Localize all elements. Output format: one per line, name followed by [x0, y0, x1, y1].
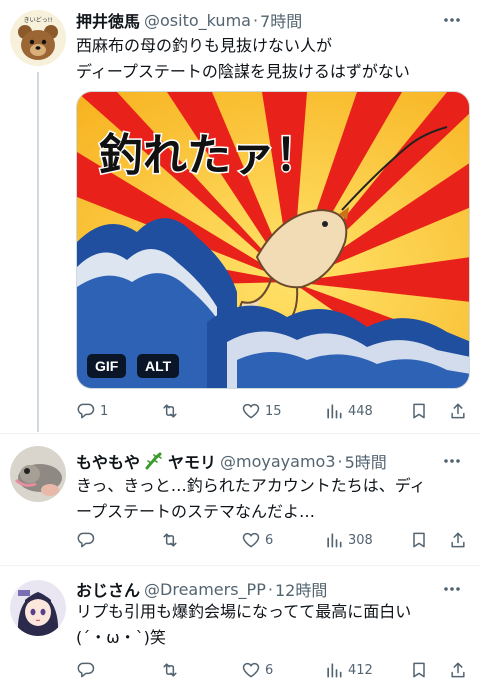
timestamp[interactable]: 5時間 [345, 449, 387, 473]
display-name-suffix[interactable]: ヤモリ [168, 449, 216, 473]
separator-dot: · [252, 10, 259, 30]
more-icon[interactable] [442, 451, 462, 471]
reply-icon [77, 403, 95, 419]
reply-icon [77, 662, 95, 678]
separator-dot: · [337, 451, 343, 471]
anime-avatar-image [10, 580, 66, 636]
svg-text:きいどっ!!: きいどっ!! [24, 16, 53, 24]
user-handle[interactable]: @Dreamers_PP [144, 580, 266, 599]
tweet-2[interactable]: もやもや ヤモリ @moyayamo3 · 5時間 きっ、きっと…釣られたアカウ… [0, 434, 480, 564]
tweet-text-line: ープステートのステマなんだよ… [76, 502, 316, 521]
bookmark-button[interactable] [409, 528, 429, 552]
avatar[interactable]: きいどっ!! [10, 10, 66, 66]
display-name[interactable]: おじさん [76, 577, 140, 601]
timestamp[interactable]: 7時間 [260, 8, 302, 32]
reply-icon [77, 532, 95, 548]
share-button[interactable] [448, 399, 468, 423]
like-button[interactable]: 6 [241, 528, 273, 552]
heart-icon [242, 403, 260, 419]
bear-avatar-image: きいどっ!! [10, 10, 66, 66]
tweet-text-line: 西麻布の母の釣りも見抜けない人が [76, 36, 333, 55]
avatar[interactable] [10, 580, 66, 636]
thread-line [37, 72, 39, 432]
tweet-text-line: リプも引用も爆釣会場になってて最高に面白い [76, 602, 412, 621]
tweet-text: きっ、きっと…釣られたアカウントたちは、ディ ープステートのステマなんだよ… [76, 473, 426, 525]
views-button[interactable]: 448 [324, 399, 373, 423]
action-bar: 6 412 [76, 658, 470, 682]
views-button[interactable]: 308 [324, 528, 373, 552]
views-icon [327, 404, 342, 419]
repost-button[interactable] [160, 528, 180, 552]
gif-media[interactable]: 釣れたァ！ GIF ALT [76, 91, 470, 389]
tweet-header: もやもや ヤモリ @moyayamo3 · 5時間 [76, 449, 387, 473]
display-name[interactable]: 押井徳馬 [76, 8, 140, 32]
repost-icon [163, 533, 177, 547]
gecko-avatar-image [10, 446, 66, 502]
more-icon[interactable] [442, 579, 462, 599]
tweet-text-line: きっ、きっと…釣られたアカウントたちは、ディ [76, 476, 426, 495]
user-handle[interactable]: @moyayamo3 [220, 452, 335, 471]
repost-button[interactable] [160, 399, 180, 423]
tweet-text: リプも引用も爆釣会場になってて最高に面白い (´・ω・`)笑 [76, 599, 411, 651]
views-button[interactable]: 412 [324, 658, 373, 682]
share-button[interactable] [448, 658, 468, 682]
more-icon[interactable] [442, 10, 462, 30]
share-button[interactable] [448, 528, 468, 552]
gif-caption: 釣れたァ！ [99, 130, 319, 181]
bookmark-icon [413, 532, 425, 548]
tweet-text: 西麻布の母の釣りも見抜けない人が ディープステートの陰謀を見抜けるはずがない [76, 33, 410, 85]
reply-button[interactable] [76, 658, 96, 682]
reply-button[interactable] [76, 528, 96, 552]
separator-dot: · [267, 579, 273, 599]
tweet-text-line: ディープステートの陰謀を見抜けるはずがない [76, 62, 410, 81]
display-name[interactable]: もやもや [76, 449, 140, 473]
tweet-header: 押井徳馬 @osito_kuma · 7時間 [76, 8, 302, 32]
like-button[interactable]: 6 [241, 658, 273, 682]
user-handle[interactable]: @osito_kuma [144, 11, 251, 30]
bookmark-button[interactable] [409, 658, 429, 682]
view-count: 412 [348, 662, 373, 678]
like-count: 15 [265, 403, 282, 419]
tweet-text-line: (´・ω・`)笑 [76, 628, 166, 647]
share-icon [451, 532, 465, 548]
share-icon [451, 403, 465, 419]
reply-button[interactable]: 1 [76, 399, 108, 423]
repost-icon [163, 404, 177, 418]
heart-icon [242, 662, 260, 678]
heart-icon [242, 532, 260, 548]
repost-button[interactable] [160, 658, 180, 682]
views-icon [327, 533, 342, 548]
gecko-emoji-icon [144, 451, 164, 471]
reply-count: 1 [100, 403, 109, 419]
tweet-header: おじさん @Dreamers_PP · 12時間 [76, 577, 327, 601]
alt-badge[interactable]: ALT [137, 354, 180, 378]
action-bar: 6 308 [76, 528, 470, 552]
like-count: 6 [265, 532, 274, 548]
repost-icon [163, 663, 177, 677]
bookmark-icon [413, 662, 425, 678]
like-button[interactable]: 15 [241, 399, 282, 423]
timestamp[interactable]: 12時間 [275, 577, 327, 601]
view-count: 308 [348, 532, 373, 548]
tweet-1[interactable]: きいどっ!! 押井徳馬 @osito_kuma · 7時間 西麻布の母の釣りも見… [0, 0, 480, 433]
avatar[interactable] [10, 446, 66, 502]
action-bar: 1 15 448 [76, 399, 470, 423]
gif-image: 釣れたァ！ [77, 92, 469, 388]
bookmark-icon [413, 403, 425, 419]
tweet-3[interactable]: おじさん @Dreamers_PP · 12時間 リプも引用も爆釣会場になってて… [0, 566, 480, 692]
share-icon [451, 662, 465, 678]
like-count: 6 [265, 662, 274, 678]
view-count: 448 [348, 403, 373, 419]
bookmark-button[interactable] [409, 399, 429, 423]
gif-badge[interactable]: GIF [87, 354, 127, 378]
views-icon [327, 663, 342, 678]
